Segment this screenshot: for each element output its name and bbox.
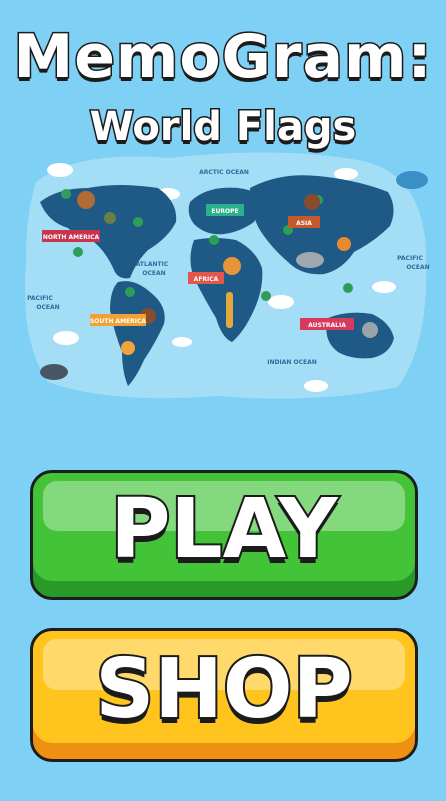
label-pacific-right-2: OCEAN — [406, 264, 429, 271]
label-pacific-left-2: OCEAN — [36, 304, 59, 311]
label-atlantic-2: OCEAN — [142, 270, 165, 277]
label-indian-ocean: INDIAN OCEAN — [267, 359, 317, 366]
play-button-label: PLAY — [108, 480, 339, 579]
game-title: MemoGram: — [12, 21, 433, 94]
label-africa: AFRICA — [194, 276, 219, 283]
play-button[interactable]: PLAY — [30, 470, 418, 600]
label-atlantic-1: ATLANTIC — [136, 261, 169, 268]
label-europe: EUROPE — [211, 208, 238, 215]
shop-button-label: SHOP — [93, 640, 355, 739]
label-pacific-right-1: PACIFIC — [397, 255, 423, 262]
world-map: NORTH AMERICA SOUTH AMERICA EUROPE AFRIC… — [24, 152, 430, 399]
label-north-america: NORTH AMERICA — [43, 234, 100, 241]
label-arctic-ocean: ARCTIC OCEAN — [199, 169, 249, 176]
label-south-america: SOUTH AMERICA — [90, 318, 146, 325]
shop-button[interactable]: SHOP — [30, 628, 418, 762]
label-asia: ASIA — [296, 220, 312, 227]
label-pacific-left-1: PACIFIC — [27, 295, 53, 302]
label-australia: AUSTRALIA — [308, 322, 346, 329]
